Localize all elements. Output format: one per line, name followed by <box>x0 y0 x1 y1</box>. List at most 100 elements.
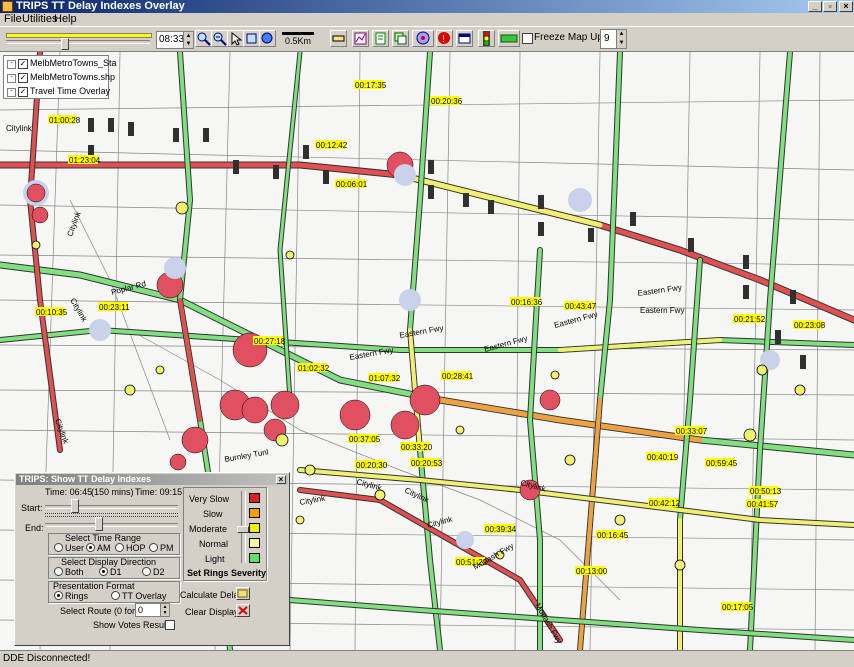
svg-text:00:10:35: 00:10:35 <box>36 308 68 317</box>
table-icon[interactable] <box>456 30 473 47</box>
time-slider[interactable] <box>4 29 152 50</box>
expand-icon[interactable]: - <box>7 74 16 83</box>
radio-pm[interactable]: PM <box>149 543 174 553</box>
svg-text:00:17:35: 00:17:35 <box>355 81 387 90</box>
calculate-delays-button[interactable] <box>236 587 250 600</box>
layer-checkbox[interactable]: ✓ <box>18 87 28 97</box>
expand-icon[interactable]: - <box>7 60 16 69</box>
svg-text:00:17:05: 00:17:05 <box>722 603 754 612</box>
format-group: Presentation Format Rings TT Overlay <box>48 581 180 603</box>
svg-text:01:07:32: 01:07:32 <box>369 374 401 383</box>
alert-icon[interactable]: ! <box>436 30 453 47</box>
app-icon <box>2 1 13 12</box>
pointer-icon[interactable] <box>227 30 244 47</box>
votes-checkbox[interactable] <box>165 620 175 630</box>
end-slider-label: End: <box>25 523 44 533</box>
route-input[interactable]: 0 <box>135 603 161 617</box>
svg-text:00:40:19: 00:40:19 <box>647 453 679 462</box>
svg-text:00:20:30: 00:20:30 <box>356 461 388 470</box>
light-swatch <box>249 553 260 563</box>
delay-indexes-dialog: TRIPS: Show TT Delay Indexes × Time: 06:… <box>14 472 290 646</box>
maximize-button[interactable]: ▫ <box>823 1 837 12</box>
layer-checkbox[interactable]: ✓ <box>18 73 28 83</box>
chart-icon[interactable] <box>352 30 369 47</box>
svg-text:00:20:53: 00:20:53 <box>411 459 443 468</box>
svg-text:Eastern Fwy: Eastern Fwy <box>640 306 684 315</box>
time-spinner[interactable]: ▲ ▼ <box>183 31 194 49</box>
svg-text:00:37:05: 00:37:05 <box>349 435 381 444</box>
clear-displays-button[interactable] <box>236 604 250 617</box>
svg-text:00:06:01: 00:06:01 <box>336 180 368 189</box>
set-rings-severity-label[interactable]: Set Rings Severity <box>187 568 266 578</box>
svg-text:00:33:07: 00:33:07 <box>676 427 708 436</box>
extent-icon[interactable] <box>243 30 260 47</box>
start-slider-thumb[interactable] <box>71 499 79 513</box>
svg-text:01:23:04: 01:23:04 <box>69 156 101 165</box>
layers-icon[interactable] <box>392 30 409 47</box>
signal-group-icon[interactable] <box>498 30 520 47</box>
svg-text:Eastern Fwy: Eastern Fwy <box>637 283 682 298</box>
normal-swatch <box>249 538 260 548</box>
end-slider[interactable] <box>45 516 178 534</box>
scale-label: 0.5Km <box>284 36 311 46</box>
freeze-value-spinner[interactable]: ▲ ▼ <box>616 29 627 49</box>
svg-text:Eastern Fwy: Eastern Fwy <box>553 310 598 330</box>
svg-text:00:13:00: 00:13:00 <box>576 567 608 576</box>
moderate-swatch <box>249 523 260 533</box>
freeze-map-checkbox[interactable] <box>522 33 533 44</box>
svg-text:01:00:28: 01:00:28 <box>49 116 81 125</box>
svg-text:00:59:45: 00:59:45 <box>706 459 738 468</box>
scale-bar: 0.5Km <box>280 30 316 48</box>
start-slider-label: Start: <box>21 503 43 513</box>
radio-am[interactable]: AM <box>86 543 111 553</box>
time-input[interactable]: 08:33 <box>156 31 184 49</box>
status-bar: DDE Disconnected! <box>0 650 854 667</box>
severity-label-normal: Normal <box>199 539 229 549</box>
zoom-out-icon[interactable] <box>211 30 228 47</box>
menu-bar: File Utilities Help <box>0 13 854 26</box>
close-button[interactable]: × <box>839 1 853 12</box>
svg-text:Citylink: Citylink <box>426 514 454 530</box>
radio-tt-overlay[interactable]: TT Overlay <box>111 591 166 601</box>
radio-hop[interactable]: HOP <box>115 543 146 553</box>
signal-net-icon[interactable] <box>412 30 434 47</box>
dialog-close-button[interactable]: × <box>276 475 286 484</box>
time-slider-thumb[interactable] <box>61 38 69 50</box>
layer-row[interactable]: - ✓ Travel Time Overlay <box>4 85 110 98</box>
end-slider-thumb[interactable] <box>95 517 103 531</box>
radio-rings[interactable]: Rings <box>54 591 88 601</box>
format-title: Presentation Format <box>53 581 135 591</box>
svg-text:Burnley Tunl: Burnley Tunl <box>224 447 270 464</box>
freeze-value-input[interactable]: 9 <box>600 29 617 49</box>
severity-label-slow: Slow <box>203 509 223 519</box>
menu-file[interactable]: File <box>4 13 22 26</box>
report-icon[interactable] <box>372 30 389 47</box>
start-slider[interactable] <box>45 498 178 516</box>
layer-row[interactable]: - ✓ MelbMetroTowns_Sta <box>4 57 117 70</box>
radio-user[interactable]: User <box>54 543 84 553</box>
radio-both[interactable]: Both <box>54 567 84 577</box>
svg-text:Citylink: Citylink <box>68 297 89 325</box>
zoom-in-icon[interactable] <box>195 30 212 47</box>
svg-text:!: ! <box>442 34 445 45</box>
svg-text:00:23:08: 00:23:08 <box>794 321 826 330</box>
svg-text:00:28:41: 00:28:41 <box>442 372 474 381</box>
menu-help[interactable]: Help <box>54 13 77 26</box>
layer-label: MelbMetroTowns.shp <box>30 72 116 82</box>
very-slow-swatch <box>249 493 260 503</box>
traffic-light-icon[interactable] <box>478 30 495 47</box>
minimize-button[interactable]: _ <box>808 1 822 12</box>
route-spinner[interactable]: ▲ ▼ <box>160 603 170 617</box>
svg-text:00:20:36: 00:20:36 <box>431 97 463 106</box>
menu-utilities[interactable]: Utilities <box>22 13 57 26</box>
pan-icon[interactable] <box>259 30 276 47</box>
status-text: DDE Disconnected! <box>3 653 91 664</box>
severity-slider-thumb[interactable] <box>237 526 249 533</box>
layer-row[interactable]: - ✓ MelbMetroTowns.shp <box>4 71 115 84</box>
radio-d1[interactable]: D1 <box>99 567 122 577</box>
ruler-icon[interactable] <box>330 30 347 47</box>
expand-icon[interactable]: - <box>7 88 16 97</box>
end-time-label: Time: 09:15 <box>135 487 183 497</box>
layer-checkbox[interactable]: ✓ <box>18 59 28 69</box>
radio-d2[interactable]: D2 <box>142 567 165 577</box>
